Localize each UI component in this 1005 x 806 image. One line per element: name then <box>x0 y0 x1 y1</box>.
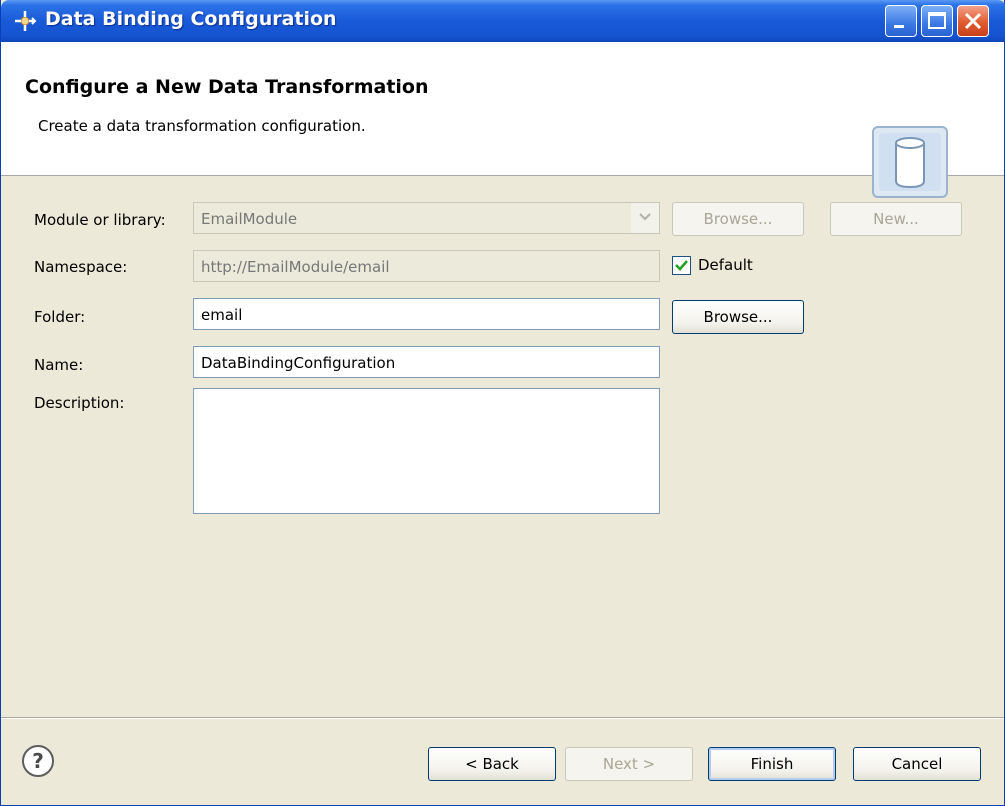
default-checkbox-label[interactable]: Default <box>698 256 753 274</box>
module-combo[interactable]: EmailModule <box>193 202 660 234</box>
minimize-button[interactable] <box>885 5 917 37</box>
data-binding-icon <box>13 9 37 33</box>
module-label: Module or library: <box>34 211 166 229</box>
close-button[interactable] <box>957 5 989 37</box>
wizard-dialog: Data Binding Configuration Configure a N… <box>0 0 1005 806</box>
help-icon[interactable]: ? <box>21 744 55 778</box>
close-icon <box>964 12 982 30</box>
module-value: EmailModule <box>201 210 298 228</box>
module-browse-button[interactable]: Browse... <box>672 202 804 236</box>
checkmark-icon <box>675 260 688 271</box>
window-title: Data Binding Configuration <box>45 8 337 30</box>
folder-label: Folder: <box>34 308 86 326</box>
default-checkbox[interactable] <box>672 256 691 275</box>
minimize-icon <box>894 25 904 28</box>
folder-browse-button[interactable]: Browse... <box>672 300 804 334</box>
title-bar[interactable]: Data Binding Configuration <box>1 0 1005 42</box>
namespace-field[interactable]: http://EmailModule/email <box>193 250 660 282</box>
module-new-button[interactable]: New... <box>830 202 962 236</box>
maximize-icon <box>928 12 946 29</box>
next-button[interactable]: Next > <box>565 747 693 781</box>
chevron-down-icon[interactable] <box>631 203 659 233</box>
footer-separator <box>1 717 1004 719</box>
maximize-button[interactable] <box>921 5 953 37</box>
name-field[interactable]: DataBindingConfiguration <box>193 346 660 378</box>
cancel-button[interactable]: Cancel <box>853 747 981 781</box>
namespace-label: Namespace: <box>34 258 128 276</box>
svg-text:?: ? <box>32 749 44 773</box>
database-cylinder-icon <box>871 125 951 199</box>
name-label: Name: <box>34 356 84 374</box>
finish-button[interactable]: Finish <box>708 747 836 781</box>
description-textarea[interactable] <box>193 388 660 514</box>
description-label: Description: <box>34 394 125 412</box>
back-button[interactable]: < Back <box>428 747 556 781</box>
wizard-header: Configure a New Data Transformation Crea… <box>1 42 1004 198</box>
folder-field[interactable]: email <box>193 298 660 330</box>
page-description: Create a data transformation configurati… <box>38 117 366 135</box>
page-title: Configure a New Data Transformation <box>25 76 429 98</box>
